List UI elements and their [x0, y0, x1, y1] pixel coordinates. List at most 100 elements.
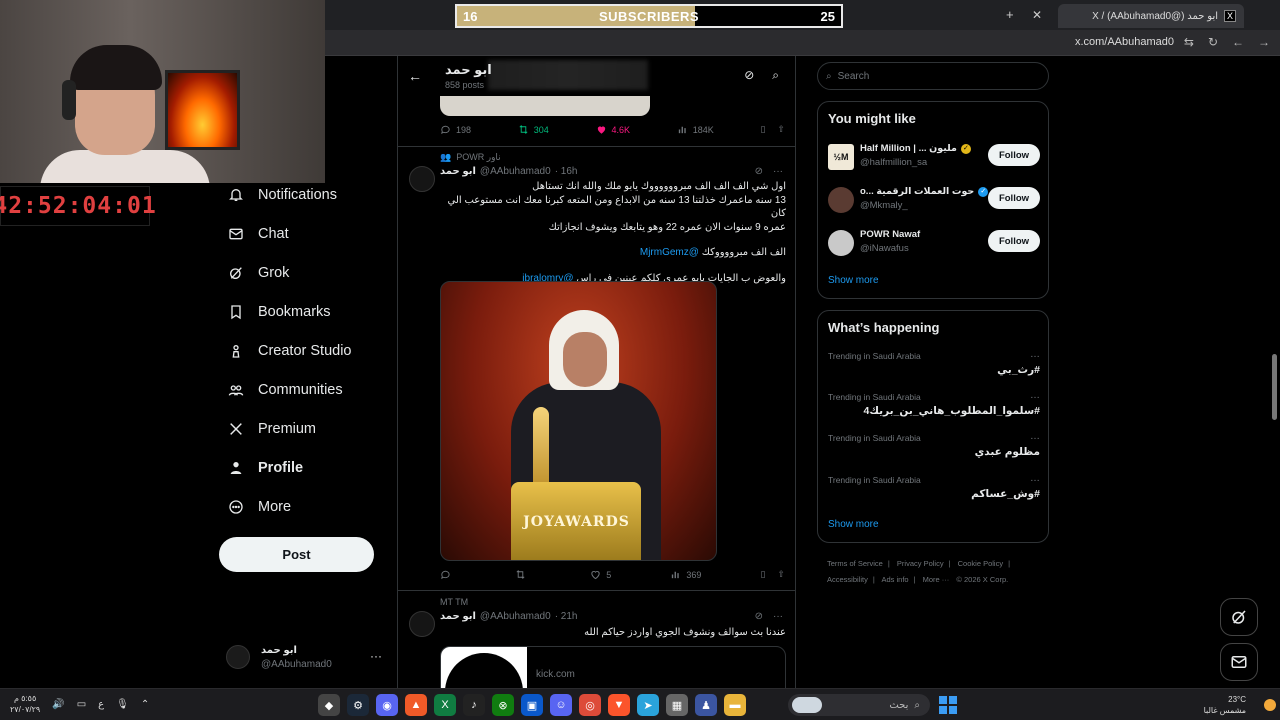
trend-item[interactable]: Trending in Saudi Arabia … #رث_بي [828, 349, 1040, 391]
windows-start-icon[interactable] [939, 696, 957, 714]
app-icon-excel[interactable]: X [434, 694, 456, 716]
app-icon-store[interactable]: ▣ [521, 694, 543, 716]
more-icon[interactable]: ··· [773, 611, 783, 622]
follow-button[interactable]: Follow [988, 230, 1040, 252]
grok-icon[interactable]: ⊘ [744, 68, 754, 83]
share-icon[interactable]: ⇧ [777, 124, 785, 135]
volume-icon[interactable]: 🔊 [52, 699, 64, 710]
repost-button[interactable]: 304 [518, 124, 549, 135]
follow-button[interactable]: Follow [988, 144, 1040, 166]
app-icon-calculator[interactable]: ▦ [666, 694, 688, 716]
previous-tweet-media[interactable] [440, 96, 650, 116]
follow-suggestion[interactable]: ½M Half Million | ... مليون ✓ @halfmillio… [828, 140, 1040, 176]
app-icon-twitch[interactable]: ◉ [376, 694, 398, 716]
avatar[interactable] [409, 166, 435, 192]
nav-profile[interactable]: Profile [218, 448, 398, 487]
nav-chat[interactable]: Chat [218, 214, 398, 253]
grok-icon[interactable]: ⊘ [755, 611, 763, 622]
footer-link[interactable]: Cookie Policy [958, 559, 1003, 568]
browser-tab[interactable]: + ✕ X / (AAbuhamad0@) ابو حمد X [1006, 4, 1244, 28]
show-more-link[interactable]: Show more [828, 275, 879, 286]
taskbar-search[interactable]: بحث ⌕ [788, 694, 930, 716]
author-handle[interactable]: @AAbuhamad0 [480, 611, 551, 622]
like-button[interactable]: 5 [590, 569, 611, 580]
app-icon-xbox[interactable]: ⊗ [492, 694, 514, 716]
more-icon[interactable]: ··· [773, 166, 783, 177]
weather-widget[interactable]: 23°C مشمس غالبا [1204, 694, 1266, 716]
footer-link[interactable]: Ads info [881, 575, 908, 584]
nav-bookmarks[interactable]: Bookmarks [218, 292, 398, 331]
avatar[interactable] [409, 611, 435, 637]
tweet-photo[interactable]: JOYAWARDS [440, 281, 717, 561]
follow-button[interactable]: Follow [988, 187, 1040, 209]
bookmark-icon[interactable]: ▯ [760, 569, 765, 580]
grok-fab-button[interactable] [1220, 598, 1258, 636]
app-icon-explorer[interactable]: ▬ [724, 694, 746, 716]
page-scrollbar[interactable] [1271, 60, 1278, 688]
reply-button[interactable]: 198 [440, 124, 471, 135]
post-button[interactable]: Post [219, 537, 374, 572]
reply-button[interactable] [440, 569, 456, 580]
grok-icon[interactable]: ⊘ [755, 166, 763, 177]
tweet-time[interactable]: · 16h [555, 166, 578, 177]
mention-link[interactable]: @MjrmGemz [640, 247, 699, 258]
app-icon-obs[interactable]: ▲ [405, 694, 427, 716]
more-icon[interactable]: ··· [370, 649, 382, 663]
footer-link[interactable]: More ··· [923, 575, 950, 584]
footer-link[interactable]: Accessibility [827, 575, 868, 584]
like-button[interactable]: 4.6K [596, 124, 630, 135]
nav-communities[interactable]: Communities [218, 370, 398, 409]
account-switcher[interactable]: ابو حمد @AAbuhamad0 ··· [226, 643, 386, 673]
nav-premium[interactable]: Premium [218, 409, 398, 448]
more-icon[interactable]: … [1030, 349, 1040, 360]
views-button[interactable]: 184K [677, 124, 714, 135]
trend-item[interactable]: Trending in Saudi Arabia … مظلوم عبدي [828, 431, 1040, 473]
more-icon[interactable]: … [1030, 390, 1040, 401]
taskbar-clock[interactable]: ٥:٥٥ م ٢٧/٠٧/٢٩ [10, 693, 40, 715]
nav-grok[interactable]: Grok [218, 253, 398, 292]
share-icon[interactable]: ⇧ [777, 569, 785, 580]
trend-item[interactable]: Trending in Saudi Arabia … #سلموا_المطلو… [828, 390, 1040, 432]
link-card[interactable]: kick.com [440, 646, 786, 688]
display-icon[interactable]: ▭ [77, 699, 86, 710]
search-icon[interactable]: ⌕ [772, 68, 779, 83]
more-icon[interactable]: … [1030, 431, 1040, 442]
close-tab-icon[interactable]: ✕ [1032, 8, 1042, 22]
app-icon-tiktok[interactable]: ♪ [463, 694, 485, 716]
app-icon-telegram[interactable]: ➤ [637, 694, 659, 716]
app-icon-chrome[interactable]: ◎ [579, 694, 601, 716]
app-icon-unity[interactable]: ◆ [318, 694, 340, 716]
views-button[interactable]: 369 [670, 569, 701, 580]
author-handle[interactable]: @AAbuhamad0 [480, 166, 551, 177]
chevron-up-icon[interactable]: ⌃ [141, 699, 149, 710]
forward-nav-icon[interactable]: → [1258, 35, 1270, 49]
trend-item[interactable]: Trending in Saudi Arabia … #وش_عساكم [828, 473, 1040, 515]
nav-notifications[interactable]: Notifications [218, 175, 398, 214]
author-name[interactable]: ابو حمد [440, 166, 476, 177]
bookmark-icon[interactable]: ▯ [760, 124, 765, 135]
url-field[interactable]: x.com/AAbuhamad0 [1075, 36, 1174, 48]
nav-more[interactable]: More [218, 487, 398, 526]
scrollbar-thumb[interactable] [1272, 354, 1277, 420]
back-arrow-icon[interactable]: ← [408, 68, 422, 84]
footer-link[interactable]: Terms of Service [827, 559, 883, 568]
mic-icon[interactable]: 🎙 [116, 699, 129, 710]
show-more-link[interactable]: Show more [828, 519, 879, 530]
app-icon-steam[interactable]: ⚙ [347, 694, 369, 716]
language-indicator[interactable]: ع [98, 699, 104, 710]
back-nav-icon[interactable]: ← [1232, 35, 1244, 49]
nav-creator-studio[interactable]: Creator Studio [218, 331, 398, 370]
repost-button[interactable] [515, 569, 531, 580]
tweet-time[interactable]: · 21h [555, 611, 578, 622]
follow-suggestion[interactable]: o... حوت العملات الرقمية ✓ @Mkmaly_ Follo… [828, 183, 1040, 219]
search-input[interactable]: ⌕ Search [817, 62, 1049, 90]
follow-suggestion[interactable]: POWR Nawaf @iNawafus Follow [828, 226, 1040, 262]
app-icon-teams[interactable]: ♟ [695, 694, 717, 716]
footer-link[interactable]: Privacy Policy [897, 559, 944, 568]
author-name[interactable]: ابو حمد [440, 611, 476, 622]
more-icon[interactable]: … [1030, 473, 1040, 484]
site-settings-icon[interactable]: ⇆ [1184, 35, 1194, 49]
messages-fab-button[interactable] [1220, 643, 1258, 681]
new-tab-icon[interactable]: + [1006, 7, 1014, 22]
app-icon-discord[interactable]: ☺ [550, 694, 572, 716]
